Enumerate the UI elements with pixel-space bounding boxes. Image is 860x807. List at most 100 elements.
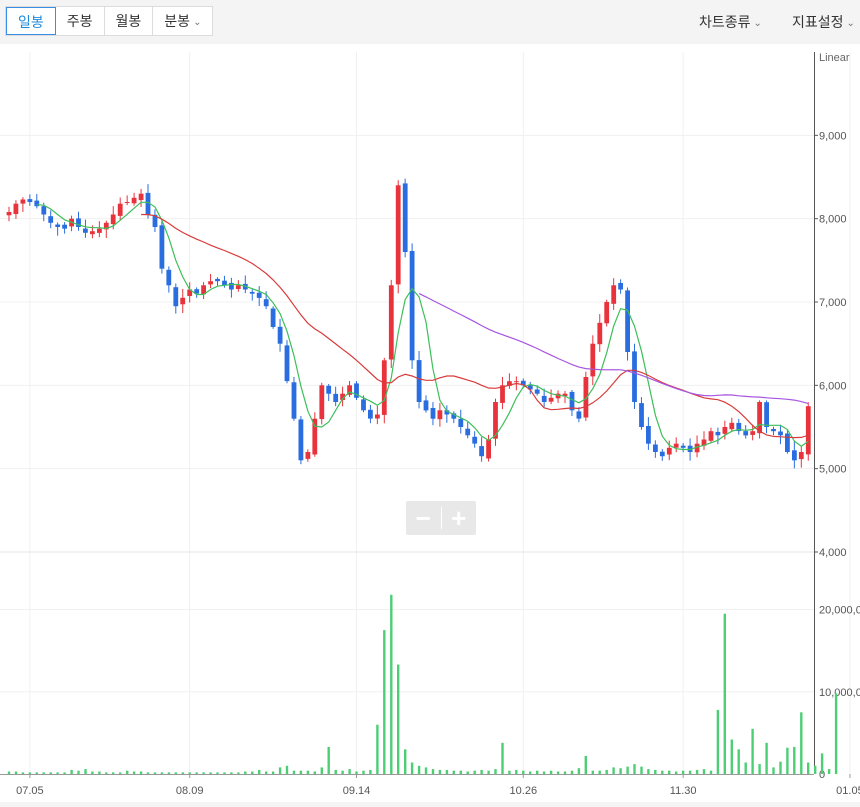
volume-bar: [105, 772, 108, 774]
volume-bar: [139, 771, 143, 774]
volume-bar: [598, 770, 601, 774]
volume-bar: [473, 770, 476, 774]
period-minute-dropdown[interactable]: 분봉 ⌄: [153, 7, 212, 35]
volume-bar: [480, 769, 483, 774]
candle-body: [6, 212, 12, 216]
volume-bar: [605, 769, 608, 774]
volume-bar: [35, 772, 38, 774]
volume-bar: [271, 771, 275, 774]
volume-bar: [355, 771, 358, 774]
volume-bar: [251, 771, 254, 774]
candle-body: [62, 224, 67, 229]
volume-bar: [758, 764, 761, 774]
ma20-line: [141, 213, 809, 439]
candle-body: [722, 427, 728, 434]
ma5-line: [36, 201, 809, 451]
candle-body: [534, 389, 540, 394]
candle-body: [326, 385, 332, 394]
candle-body: [604, 302, 610, 324]
candle-body: [458, 418, 464, 427]
volume-bar: [508, 770, 511, 774]
candle-body: [131, 197, 137, 204]
volume-bar: [299, 770, 303, 774]
volume-bar: [716, 709, 720, 774]
volume-bar: [98, 771, 101, 774]
volume-bar: [827, 769, 831, 774]
candle-body: [20, 199, 26, 204]
period-weekly-button[interactable]: 주봉: [56, 7, 105, 35]
candle-body: [235, 285, 241, 289]
candle-body: [611, 285, 617, 304]
volume-bar: [695, 769, 699, 774]
candle-body: [597, 322, 603, 345]
candle-body: [27, 199, 33, 202]
time-tick-label: 07.05: [16, 785, 44, 797]
candle-body: [124, 202, 130, 203]
chart-toolbar: 일봉 주봉 월봉 분봉 ⌄ 차트종류 ⌄ 지표설정 ⌄: [0, 0, 860, 44]
volume-bar: [126, 770, 129, 774]
volume-bar: [744, 762, 747, 774]
volume-bar: [709, 770, 713, 774]
volume-bar: [654, 769, 657, 774]
volume-bar: [549, 770, 553, 774]
volume-bar: [494, 769, 497, 774]
candle-body: [173, 287, 179, 307]
volume-bar: [341, 770, 344, 774]
volume-bar: [640, 766, 643, 774]
volume-bar: [160, 772, 164, 774]
candle-body: [416, 360, 422, 402]
scale-type-label: Linear: [819, 52, 850, 64]
period-daily-button[interactable]: 일봉: [6, 7, 56, 35]
volume-bar: [285, 765, 289, 774]
volume-bar: [278, 767, 282, 774]
chevron-down-icon: ⌄: [846, 18, 855, 29]
candle-body: [55, 224, 61, 227]
candle-body: [423, 400, 429, 411]
candle-body: [500, 385, 505, 403]
volume-bar: [417, 765, 421, 774]
volume-bar: [244, 771, 247, 774]
candle-body: [361, 399, 366, 411]
indicator-settings-menu[interactable]: 지표설정 ⌄: [792, 12, 855, 32]
candle-body: [284, 345, 290, 382]
candle-body: [229, 282, 234, 290]
chart-type-menu[interactable]: 차트종류 ⌄: [699, 12, 762, 32]
volume-bar: [772, 767, 775, 774]
period-monthly-button[interactable]: 월봉: [105, 7, 154, 35]
volume-bar: [369, 769, 372, 774]
volume-bar: [445, 769, 449, 774]
candle-body: [298, 419, 304, 461]
volume-bar: [327, 746, 330, 774]
chevron-down-icon: ⌄: [193, 17, 202, 28]
zoom-out-button[interactable]: −: [406, 501, 441, 535]
time-tick-label: 11.30: [670, 785, 697, 797]
volume-bar: [216, 772, 219, 774]
time-tick-label: 08.09: [176, 785, 204, 797]
candle-body: [514, 381, 519, 383]
volume-bar: [452, 770, 455, 774]
candle-body: [291, 382, 297, 419]
candle-body: [792, 450, 797, 461]
volume-bar: [404, 749, 407, 774]
volume-bar: [70, 769, 73, 774]
price-tick-label: 5,000: [819, 464, 847, 476]
volume-bar: [786, 747, 789, 774]
candle-body: [48, 216, 54, 223]
zoom-in-button[interactable]: +: [442, 501, 477, 535]
volume-bar: [313, 771, 316, 774]
volume-bar: [619, 768, 622, 774]
stock-chart[interactable]: Linear4,0005,0006,0007,0008,0009,000010,…: [0, 44, 860, 802]
volume-bar: [146, 772, 150, 774]
candle-body: [625, 290, 630, 352]
volume-bar: [765, 742, 768, 774]
chart-area[interactable]: Linear 4,000 5,000 6,000 7,000 8,000 9,000 0 10,…: [0, 44, 860, 802]
volume-bar: [487, 770, 490, 774]
price-tick-label: 6,000: [819, 380, 847, 392]
volume-bar: [21, 772, 25, 774]
candle-body: [805, 406, 811, 455]
volume-bar: [570, 770, 574, 774]
volume-bar: [112, 772, 115, 774]
volume-bar: [661, 770, 664, 774]
candle-body: [659, 451, 665, 457]
volume-bar: [91, 771, 94, 774]
